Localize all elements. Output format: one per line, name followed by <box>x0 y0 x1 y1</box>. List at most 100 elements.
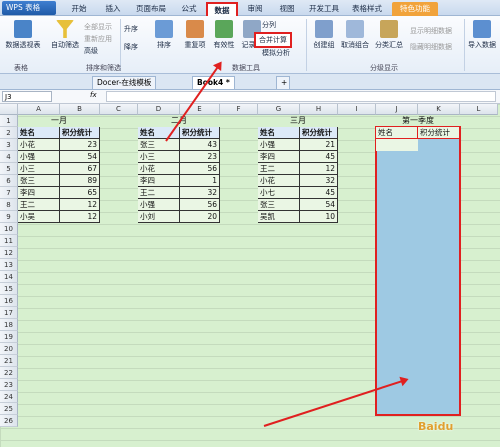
advanced-filter-button[interactable]: 高级 <box>84 46 98 56</box>
doc-tab-docer[interactable]: Docer-在线模板 <box>92 76 157 89</box>
row-header[interactable]: 19 <box>0 331 18 343</box>
row-header[interactable]: 5 <box>0 163 18 175</box>
table-cell[interactable]: 小三 <box>18 163 60 175</box>
row-header[interactable]: 10 <box>0 223 18 235</box>
row-header[interactable]: 3 <box>0 139 18 151</box>
tab-view[interactable]: 视图 <box>272 2 302 16</box>
validation-button[interactable]: 有效性 <box>210 20 238 50</box>
autofilter-button[interactable]: 自动筛选 <box>48 20 82 50</box>
table-cell[interactable]: 67 <box>60 163 100 175</box>
quarter-header-cell[interactable]: 积分统计 <box>418 127 460 139</box>
table-cell[interactable]: 李四 <box>18 187 60 199</box>
row-header[interactable]: 14 <box>0 271 18 283</box>
tab-home[interactable]: 开始 <box>62 2 96 16</box>
row-header[interactable]: 23 <box>0 379 18 391</box>
table-cell[interactable]: 21 <box>300 139 338 151</box>
row-header[interactable]: 24 <box>0 391 18 403</box>
doc-tab-book4[interactable]: Book4 * <box>192 76 235 89</box>
tab-insert[interactable]: 插入 <box>98 2 128 16</box>
table-cell[interactable]: 王二 <box>138 187 180 199</box>
formula-input[interactable] <box>106 91 496 102</box>
table-cell[interactable]: 张三 <box>138 139 180 151</box>
row-header[interactable]: 6 <box>0 175 18 187</box>
table-cell[interactable]: 45 <box>300 187 338 199</box>
row-header[interactable]: 9 <box>0 211 18 223</box>
table-cell[interactable]: 小强 <box>138 199 180 211</box>
table-cell[interactable]: 小吴 <box>18 211 60 223</box>
row-header[interactable]: 2 <box>0 127 18 139</box>
row-header[interactable]: 4 <box>0 151 18 163</box>
show-detail-button[interactable]: 显示明细数据 <box>410 26 452 36</box>
row-header[interactable]: 12 <box>0 247 18 259</box>
table-cell[interactable]: 20 <box>180 211 220 223</box>
table-header-cell[interactable]: 积分统计 <box>60 127 100 139</box>
hide-detail-button[interactable]: 隐藏明细数据 <box>410 42 452 52</box>
table-cell[interactable]: 54 <box>300 199 338 211</box>
column-header[interactable]: A <box>18 104 60 115</box>
row-header[interactable]: 1 <box>0 115 18 127</box>
column-header[interactable]: G <box>258 104 300 115</box>
table-cell[interactable]: 56 <box>180 163 220 175</box>
table-header-cell[interactable]: 姓名 <box>18 127 60 139</box>
tab-data[interactable]: 数据 <box>206 2 238 16</box>
pivot-table-button[interactable]: 数据透视表 <box>4 20 42 50</box>
quarter-header-cell[interactable]: 姓名 <box>376 127 418 139</box>
table-cell[interactable]: 1 <box>180 175 220 187</box>
what-if-button[interactable]: 模拟分析 <box>262 48 290 58</box>
row-header[interactable]: 13 <box>0 259 18 271</box>
table-cell[interactable]: 32 <box>300 175 338 187</box>
column-header[interactable]: C <box>100 104 138 115</box>
row-header[interactable]: 8 <box>0 199 18 211</box>
spreadsheet-grid[interactable]: A B C D E F G H I J K L 1 2 3 4 5 6 7 8 9 10 11 12 13 14 15 16 17 18 1… <box>0 104 500 447</box>
row-header[interactable]: 20 <box>0 343 18 355</box>
table-header-cell[interactable]: 积分统计 <box>300 127 338 139</box>
selected-range[interactable] <box>375 126 461 416</box>
reapply-button[interactable]: 重新应用 <box>84 34 112 44</box>
sort-desc-button[interactable]: 降序 <box>124 42 138 52</box>
table-cell[interactable]: 小花 <box>18 139 60 151</box>
column-header[interactable]: J <box>376 104 418 115</box>
table-cell[interactable]: 32 <box>180 187 220 199</box>
name-box[interactable]: J3 <box>2 91 52 102</box>
table-cell[interactable]: 王二 <box>18 199 60 211</box>
table-cell[interactable]: 23 <box>60 139 100 151</box>
table-cell[interactable]: 10 <box>300 211 338 223</box>
table-cell[interactable]: 23 <box>180 151 220 163</box>
sort-button[interactable]: 排序 <box>152 20 176 50</box>
row-header[interactable]: 16 <box>0 295 18 307</box>
table-cell[interactable]: 小七 <box>258 187 300 199</box>
new-tab-button[interactable]: + <box>276 76 290 89</box>
table-cell[interactable]: 45 <box>300 151 338 163</box>
duplicates-button[interactable]: 重复项 <box>180 20 210 50</box>
tab-review[interactable]: 审阅 <box>240 2 270 16</box>
table-cell[interactable]: 王二 <box>258 163 300 175</box>
row-header[interactable]: 22 <box>0 367 18 379</box>
group-button[interactable]: 创建组 <box>310 20 338 50</box>
tab-developer[interactable]: 开发工具 <box>304 2 344 16</box>
table-cell[interactable]: 56 <box>180 199 220 211</box>
table-cell[interactable]: 小强 <box>18 151 60 163</box>
row-header[interactable]: 18 <box>0 319 18 331</box>
table-cell[interactable]: 小强 <box>258 139 300 151</box>
consolidate-button[interactable]: 合并计算 <box>254 32 292 48</box>
sort-asc-button[interactable]: 升序 <box>124 24 138 34</box>
table-cell[interactable]: 小刘 <box>138 211 180 223</box>
row-header[interactable]: 7 <box>0 187 18 199</box>
table-cell[interactable]: 65 <box>60 187 100 199</box>
fx-icon[interactable]: fx <box>90 91 97 99</box>
table-cell[interactable]: 43 <box>180 139 220 151</box>
table-cell[interactable]: 12 <box>300 163 338 175</box>
column-header[interactable]: I <box>338 104 376 115</box>
select-all-corner[interactable] <box>0 104 18 115</box>
column-header[interactable]: L <box>460 104 498 115</box>
split-column-button[interactable]: 分列 <box>262 20 276 30</box>
ungroup-button[interactable]: 取消组合 <box>338 20 372 50</box>
column-header[interactable]: H <box>300 104 338 115</box>
subtotal-button[interactable]: 分类汇总 <box>372 20 406 50</box>
table-cell[interactable]: 12 <box>60 199 100 211</box>
table-cell[interactable]: 李四 <box>258 151 300 163</box>
table-cell[interactable]: 张三 <box>258 199 300 211</box>
table-cell[interactable]: 吴凯 <box>258 211 300 223</box>
row-header[interactable]: 15 <box>0 283 18 295</box>
wps-logo[interactable]: WPS 表格 <box>2 1 56 15</box>
